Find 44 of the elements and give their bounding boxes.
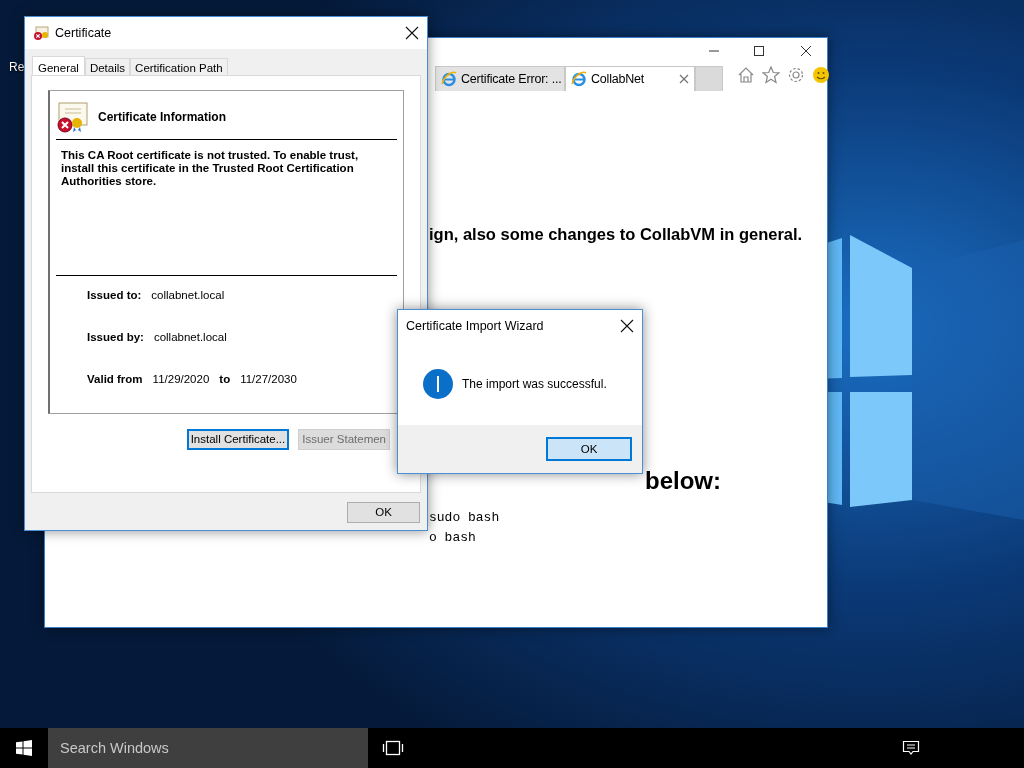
ok-button[interactable]: OK — [546, 437, 632, 461]
field-value: collabnet.local — [151, 287, 225, 303]
dialog-tab[interactable]: Certification Path — [130, 58, 228, 75]
field-label: to — [219, 371, 231, 387]
field-value: collabnet.local — [153, 329, 227, 345]
field-label: Issued by: — [87, 329, 144, 345]
code-line: o bash — [429, 528, 476, 547]
warning-message: This CA Root certificate is not trusted. To enable trust, install this certificate in the Trusted Root Certification Authorities store. — [56, 140, 397, 276]
desktop-icon-label[interactable]: Re — [9, 58, 25, 76]
notification-icon[interactable] — [902, 739, 920, 757]
field-value: 11/29/2020 — [152, 371, 210, 387]
star-icon[interactable] — [762, 66, 780, 84]
info-icon — [423, 368, 453, 399]
field-value: 11/27/2030 — [240, 371, 297, 387]
certificate-icon — [33, 25, 49, 41]
maximize-icon[interactable] — [752, 44, 766, 58]
smiley-icon[interactable] — [812, 66, 830, 84]
dialog-tab[interactable]: Details — [84, 58, 131, 75]
windows-logo-icon[interactable] — [16, 740, 32, 756]
dialog-tab[interactable]: General — [32, 56, 85, 75]
page-heading: below: — [645, 466, 721, 496]
close-icon[interactable] — [620, 319, 634, 333]
browser-tab[interactable]: CollabNet — [565, 66, 695, 91]
task-view-icon[interactable] — [382, 739, 404, 757]
page-text: ign, also some changes to CollabVM in general. — [429, 224, 803, 245]
settings-icon[interactable] — [787, 66, 805, 84]
browser-logo-icon — [571, 71, 587, 87]
close-icon[interactable] — [799, 44, 813, 58]
ok-button[interactable]: OK — [347, 502, 420, 523]
home-icon[interactable] — [737, 66, 755, 84]
browser-tab[interactable]: Certificate Error: ... — [435, 66, 565, 91]
search-field[interactable]: Search Windows — [48, 728, 368, 768]
field-label: Issued to: — [87, 287, 142, 303]
code-line: sudo bash — [429, 508, 500, 527]
close-icon[interactable] — [405, 26, 419, 40]
section-heading: Certificate Information — [98, 109, 226, 126]
install-button[interactable]: Install Certificate... — [186, 429, 290, 450]
close-tab-icon[interactable] — [679, 74, 689, 84]
certificate-icon — [56, 101, 88, 133]
window-title: Certificate — [55, 24, 113, 42]
field-label: Valid from — [87, 371, 143, 387]
browser-logo-icon — [441, 71, 457, 87]
dialog-message: The import was successful. — [462, 375, 607, 393]
window-title: Certificate Import Wizard — [406, 317, 545, 335]
